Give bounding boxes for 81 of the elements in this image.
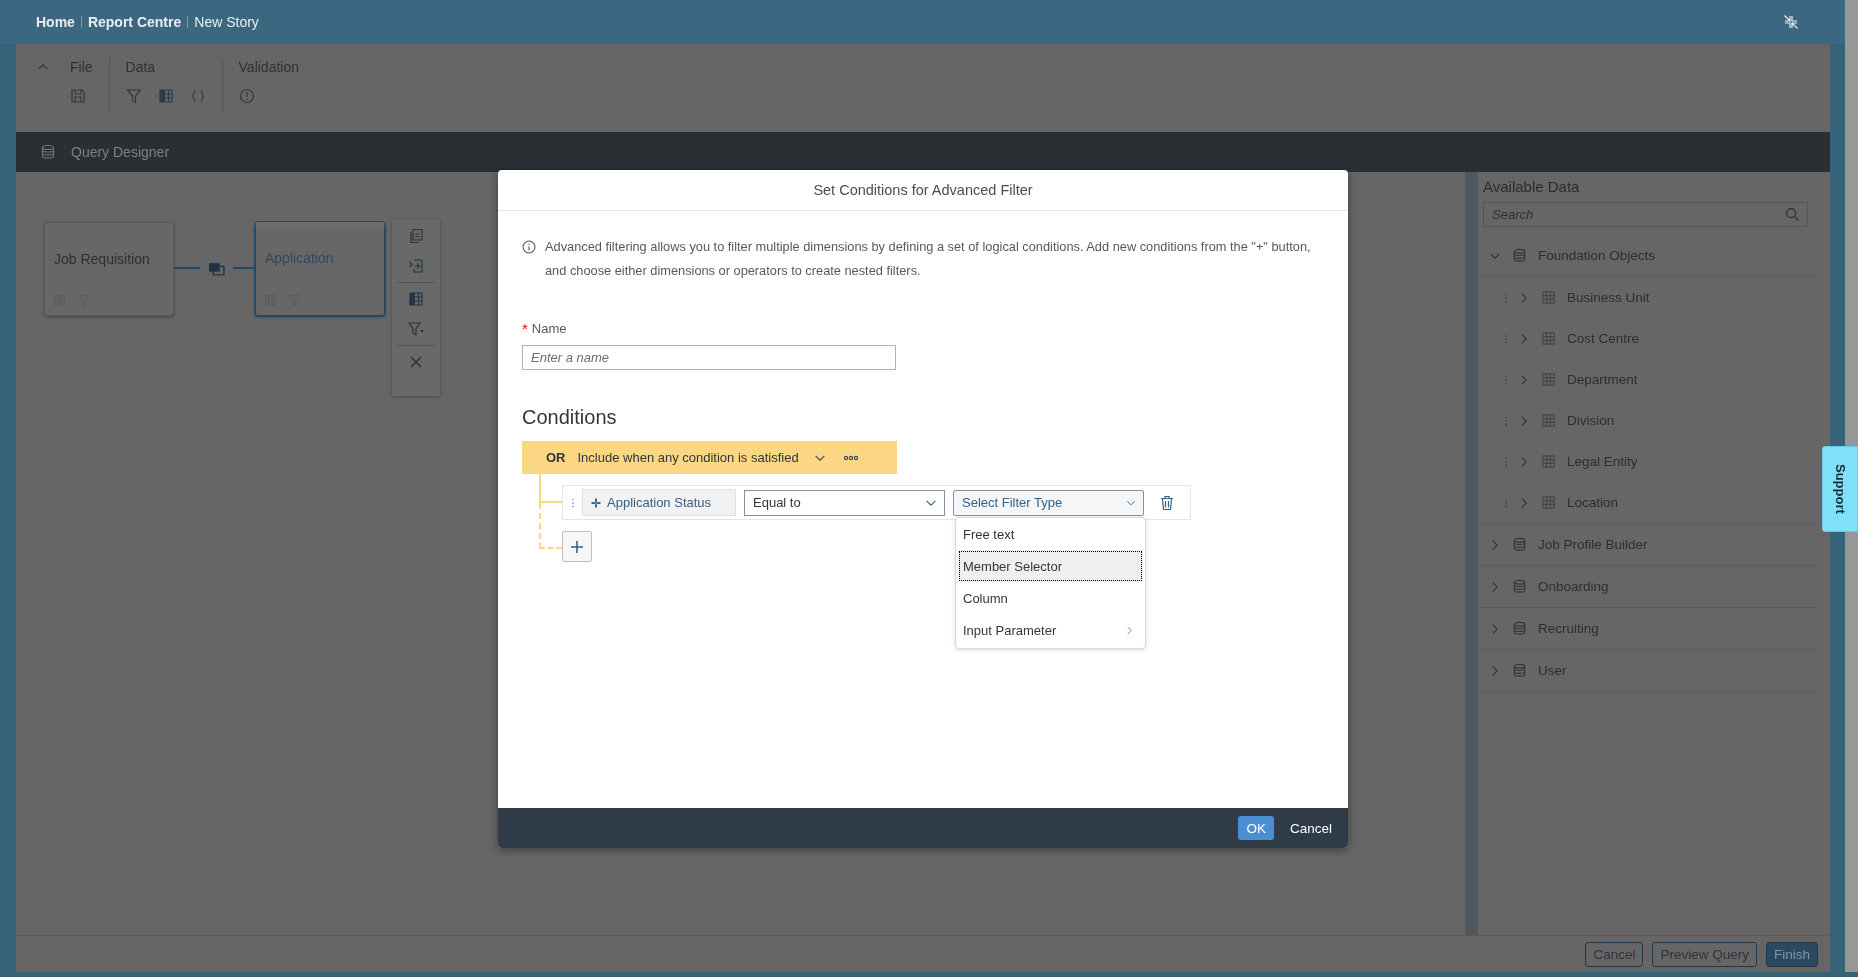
filter-icon[interactable] xyxy=(408,321,424,337)
operator-select[interactable]: Equal to xyxy=(744,489,945,516)
table-icon xyxy=(1541,454,1556,469)
plus-icon xyxy=(569,538,585,555)
search-icon[interactable] xyxy=(1785,207,1800,222)
toolbar-group-label: Data xyxy=(125,58,157,76)
dimension-token[interactable]: Application Status xyxy=(582,489,736,516)
info-text: Advanced filtering allows you to filter multiple dimensions by defining a set of logical conditions. Add new conditions from the "+" button, and choose either dimensions or operators to create nested filters. xyxy=(545,238,1312,280)
chevron-right-icon xyxy=(1124,624,1135,636)
finish-button[interactable]: Finish xyxy=(1766,941,1818,967)
dialog-title: Set Conditions for Advanced Filter xyxy=(813,182,1033,198)
table-icon xyxy=(1541,495,1556,510)
table-icon xyxy=(1541,331,1556,346)
tree-item[interactable]: Location xyxy=(1478,482,1818,523)
tree-item[interactable]: Business Unit xyxy=(1478,277,1818,318)
condition-group-bar[interactable]: OR Include when any condition is satisfied xyxy=(522,441,897,474)
table-icon xyxy=(1541,290,1556,305)
tree-item[interactable]: User xyxy=(1478,650,1818,691)
info-icon xyxy=(522,240,536,254)
scrollbar[interactable] xyxy=(1845,0,1858,972)
query-node[interactable]: Job Requisition xyxy=(44,222,174,316)
tree-item[interactable]: Job Profile Builder xyxy=(1478,524,1818,565)
braces-icon[interactable] xyxy=(189,88,206,104)
database-icon xyxy=(1512,663,1527,678)
group-operator: OR xyxy=(546,450,566,465)
database-icon xyxy=(1512,579,1527,594)
add-condition-button[interactable] xyxy=(562,531,592,562)
database-icon xyxy=(1512,537,1527,552)
join-icon[interactable] xyxy=(208,260,225,277)
footer-button[interactable]: Cancel xyxy=(1585,941,1644,967)
section-heading: Conditions xyxy=(522,405,618,429)
tree-item[interactable]: Legal Entity xyxy=(1478,441,1818,482)
dimension-icon xyxy=(589,495,603,510)
save-icon[interactable] xyxy=(70,88,86,104)
query-designer-title: Query Designer xyxy=(71,144,170,160)
database-icon xyxy=(40,144,56,160)
close-icon[interactable] xyxy=(408,354,424,370)
connector-line xyxy=(233,267,255,269)
node-label: Job Requisition xyxy=(54,251,150,267)
support-tab[interactable]: Support xyxy=(1822,446,1858,532)
group-description: Include when any condition is satisfied xyxy=(577,450,799,465)
filter-type-select[interactable]: Select Filter Type xyxy=(953,489,1144,516)
alert-icon[interactable] xyxy=(238,88,255,104)
name-input-field[interactable]: Enter a name xyxy=(522,345,896,370)
delete-icon[interactable] xyxy=(1159,494,1175,511)
insert-icon[interactable] xyxy=(408,258,424,274)
tree-item[interactable]: Cost Centre xyxy=(1478,318,1818,359)
database-icon xyxy=(1512,621,1527,636)
tree-item[interactable]: Division xyxy=(1478,400,1818,441)
ok-button[interactable]: OK xyxy=(1238,816,1274,840)
table-icon xyxy=(1541,372,1556,387)
panel-title: Available Data xyxy=(1483,178,1581,196)
toolbar-group-label: Validation xyxy=(238,58,299,76)
field-label: Name xyxy=(531,321,567,337)
copy-icon[interactable] xyxy=(408,228,424,244)
filter-icon[interactable] xyxy=(125,88,142,104)
menu-item[interactable]: Free text xyxy=(958,518,1143,550)
exit-fullscreen-icon[interactable] xyxy=(1783,14,1799,30)
breadcrumb-link[interactable]: Report Centre xyxy=(87,14,182,30)
table-icon xyxy=(1541,413,1556,428)
select-value: Equal to xyxy=(753,495,801,510)
toolbar-group-label: File xyxy=(70,58,93,76)
select-placeholder: Select Filter Type xyxy=(962,495,1063,510)
menu-item[interactable]: Member Selector xyxy=(958,550,1143,582)
tree-item[interactable]: Recruiting xyxy=(1478,608,1818,649)
breadcrumb-link[interactable]: New Story xyxy=(194,14,259,30)
cancel-button[interactable]: Cancel xyxy=(1281,816,1340,840)
breadcrumb-link[interactable]: Home xyxy=(36,14,75,30)
menu-item[interactable]: Column xyxy=(958,582,1143,614)
database-icon xyxy=(1512,248,1527,263)
menu-item[interactable]: Input Parameter xyxy=(958,614,1143,646)
table-icon[interactable] xyxy=(157,88,174,104)
node-label: Application xyxy=(265,250,334,266)
required-asterisk: * xyxy=(522,321,528,337)
tree-item[interactable]: Department xyxy=(1478,359,1818,400)
query-node[interactable]: Application xyxy=(255,222,385,316)
dimension-name: Application Status xyxy=(607,495,712,510)
footer-button[interactable]: Preview Query xyxy=(1652,941,1757,967)
table-icon[interactable] xyxy=(408,291,424,307)
tree-item[interactable]: Onboarding xyxy=(1478,566,1818,607)
connector-line xyxy=(174,267,200,269)
